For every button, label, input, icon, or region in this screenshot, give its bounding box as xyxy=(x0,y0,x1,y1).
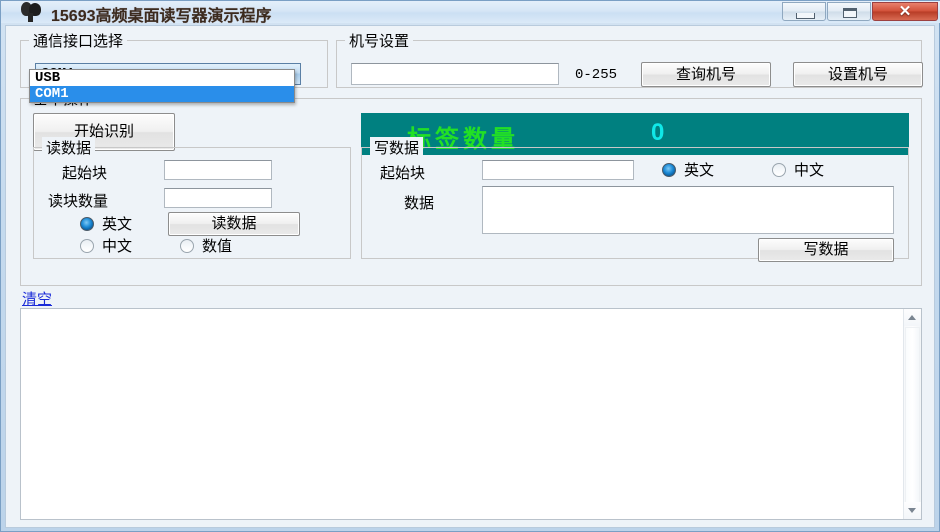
query-machine-number-label: 查询机号 xyxy=(675,66,736,83)
read-radio-english-label: 英文 xyxy=(102,216,133,233)
read-radio-chinese[interactable]: 中文 xyxy=(80,238,132,255)
query-machine-number-button[interactable]: 查询机号 xyxy=(641,62,771,87)
write-radio-chinese-label: 中文 xyxy=(794,162,825,179)
title-bar: 15693高频桌面读写器演示程序 ✕ xyxy=(1,1,940,25)
read-data-group: 读数据 起始块 读块数量 英文 中文 数值 读数据 xyxy=(33,137,351,259)
read-start-block-label: 起始块 xyxy=(62,165,108,182)
machine-number-range-hint: 0-255 xyxy=(575,67,618,83)
scrollbar-thumb[interactable] xyxy=(905,327,920,503)
radio-dot-icon xyxy=(662,163,676,177)
read-data-label: 读数据 xyxy=(211,215,257,232)
scroll-down-button[interactable] xyxy=(904,502,921,519)
app-logo-icon xyxy=(19,1,45,23)
dropdown-option-usb[interactable]: USB xyxy=(30,70,294,86)
write-radio-chinese[interactable]: 中文 xyxy=(772,162,824,179)
chevron-down-icon xyxy=(908,508,916,513)
clear-log-link[interactable]: 清空 xyxy=(22,288,52,309)
set-machine-number-button[interactable]: 设置机号 xyxy=(793,62,923,87)
write-data-field-label: 数据 xyxy=(404,195,435,212)
read-start-block-input[interactable] xyxy=(164,160,272,180)
read-radio-chinese-label: 中文 xyxy=(102,238,133,255)
write-data-textarea[interactable] xyxy=(482,186,894,234)
write-data-legend: 写数据 xyxy=(370,137,424,158)
write-start-block-input[interactable] xyxy=(482,160,634,180)
comm-port-dropdown-list[interactable]: USB COM1 xyxy=(29,69,295,103)
close-icon: ✕ xyxy=(898,3,912,20)
write-data-button[interactable]: 写数据 xyxy=(758,238,894,262)
read-block-count-label: 读块数量 xyxy=(48,193,109,210)
window-title: 15693高频桌面读写器演示程序 xyxy=(51,8,272,25)
comm-interface-legend: 通信接口选择 xyxy=(29,30,128,51)
read-block-count-input[interactable] xyxy=(164,188,272,208)
machine-number-legend: 机号设置 xyxy=(345,30,414,51)
log-scrollbar[interactable] xyxy=(903,309,921,519)
read-radio-numeric-label: 数值 xyxy=(202,238,233,255)
window-controls: ✕ xyxy=(781,2,938,22)
dropdown-option-com1[interactable]: COM1 xyxy=(30,86,294,102)
write-data-label: 写数据 xyxy=(803,241,849,258)
close-button[interactable]: ✕ xyxy=(872,2,938,21)
operation-group: 基本操作 开始识别 标签数量 0 读数据 起始块 读块数量 英文 中文 数值 读… xyxy=(20,88,922,286)
read-data-legend: 读数据 xyxy=(42,137,96,158)
minimize-icon xyxy=(796,13,815,19)
log-output-text[interactable] xyxy=(21,309,904,519)
read-radio-english[interactable]: 英文 xyxy=(80,216,132,233)
scroll-up-button[interactable] xyxy=(904,309,921,326)
radio-dot-icon xyxy=(772,163,786,177)
chevron-up-icon xyxy=(908,315,916,320)
write-radio-english-label: 英文 xyxy=(684,162,715,179)
machine-number-group: 机号设置 0-255 查询机号 设置机号 xyxy=(336,30,923,88)
write-radio-english[interactable]: 英文 xyxy=(662,162,714,179)
radio-dot-icon xyxy=(80,239,94,253)
machine-number-input[interactable] xyxy=(351,63,559,85)
write-data-group: 写数据 起始块 英文 中文 数据 写数据 xyxy=(361,137,909,262)
set-machine-number-label: 设置机号 xyxy=(827,66,888,83)
radio-dot-icon xyxy=(180,239,194,253)
application-window: 15693高频桌面读写器演示程序 ✕ 通信接口选择 COM1 机号设置 0-25… xyxy=(0,0,940,532)
tag-count-value: 0 xyxy=(651,119,665,146)
read-data-button[interactable]: 读数据 xyxy=(168,212,300,236)
log-output-panel xyxy=(20,308,922,520)
write-start-block-label: 起始块 xyxy=(380,165,426,182)
maximize-icon xyxy=(843,8,857,18)
read-radio-numeric[interactable]: 数值 xyxy=(180,238,232,255)
radio-dot-icon xyxy=(80,217,94,231)
maximize-button[interactable] xyxy=(827,2,871,21)
minimize-button[interactable] xyxy=(782,2,826,21)
